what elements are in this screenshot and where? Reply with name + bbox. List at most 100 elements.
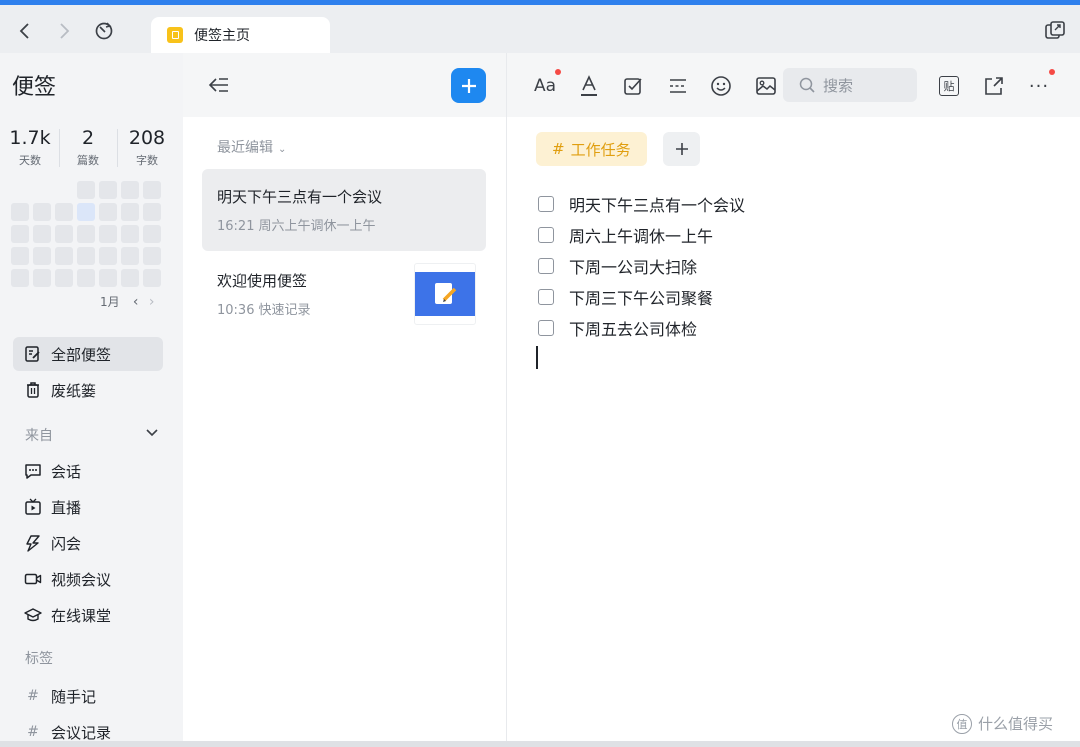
checklist-button[interactable] <box>619 72 647 100</box>
calendar-cell[interactable] <box>33 203 51 221</box>
stat-count: 2 篇数 <box>64 126 112 168</box>
chevron-left-icon <box>19 23 29 39</box>
todo-text[interactable]: 周六上午调休一上午 <box>569 223 713 247</box>
calendar-cell[interactable] <box>143 269 161 287</box>
sidebar-item-online-class[interactable]: 在线课堂 <box>13 598 163 632</box>
image-button[interactable] <box>752 72 780 100</box>
calendar-cell[interactable] <box>77 181 95 199</box>
paste-button[interactable]: 贴 <box>935 72 963 100</box>
note-editor: Aa 搜索 贴 ··· # 工作任务 明天下午三点有一个会议 周六上午调休一上午… <box>507 53 1080 747</box>
calendar-cell[interactable] <box>77 269 95 287</box>
calendar-cell[interactable] <box>99 269 117 287</box>
note-item[interactable]: 欢迎使用便签 10:36 快速记录 <box>202 253 486 335</box>
calendar-cell <box>33 181 51 199</box>
todo-item: 下周五去公司体检 <box>538 316 697 340</box>
calendar-cell[interactable] <box>55 269 73 287</box>
sidebar-tag-jottings[interactable]: # 随手记 <box>13 679 163 713</box>
sidebar-item-live[interactable]: 直播 <box>13 490 163 524</box>
sidebar-item-label: 会议记录 <box>51 723 112 742</box>
calendar-cell[interactable] <box>55 203 73 221</box>
calendar-cell[interactable] <box>121 247 139 265</box>
refresh-button[interactable] <box>92 19 116 43</box>
calendar-cell[interactable] <box>143 225 161 243</box>
add-tag-button[interactable] <box>663 132 700 166</box>
text-cursor <box>536 346 538 369</box>
calendar-cell[interactable] <box>99 203 117 221</box>
todo-checkbox[interactable] <box>538 227 554 243</box>
calendar-cell[interactable] <box>77 225 95 243</box>
search-input[interactable]: 搜索 <box>783 68 917 102</box>
collapse-chevron-icon[interactable] <box>145 426 159 440</box>
chevron-down-icon: ⌄ <box>278 144 287 155</box>
note-tag[interactable]: # 工作任务 <box>536 132 647 166</box>
calendar-cell[interactable] <box>121 225 139 243</box>
todo-text[interactable]: 下周五去公司体检 <box>569 316 697 340</box>
new-note-button[interactable] <box>451 68 486 103</box>
calendar-cell-today[interactable] <box>77 203 95 221</box>
sidebar-item-video-meeting[interactable]: 视频会议 <box>13 562 163 596</box>
emoji-button[interactable] <box>707 72 735 100</box>
note-time: 10:36 <box>217 303 255 318</box>
todo-text[interactable]: 下周三下午公司聚餐 <box>569 285 713 309</box>
stat-days-value: 1.7k <box>9 127 51 149</box>
note-thumbnail <box>414 263 476 325</box>
collapse-sidebar-icon[interactable] <box>207 73 231 97</box>
sidebar-item-label: 视频会议 <box>51 570 112 589</box>
sidebar-item-label: 全部便签 <box>51 345 112 364</box>
trash-icon <box>24 381 42 399</box>
hash-icon: # <box>27 724 39 740</box>
sidebar-item-label: 随手记 <box>51 687 97 706</box>
calendar-prev-button[interactable]: ‹ <box>128 294 144 310</box>
todo-checkbox[interactable] <box>538 258 554 274</box>
sidebar-item-trash[interactable]: 废纸篓 <box>13 373 163 407</box>
todo-text[interactable]: 明天下午三点有一个会议 <box>569 192 745 216</box>
note-item[interactable]: 明天下午三点有一个会议 16:21 周六上午调休一上午 <box>202 169 486 251</box>
calendar-cell[interactable] <box>11 269 29 287</box>
share-button[interactable] <box>980 72 1008 100</box>
todo-text[interactable]: 下周一公司大扫除 <box>569 254 697 278</box>
sidebar-item-chat[interactable]: 会话 <box>13 454 163 488</box>
calendar-next-button[interactable]: › <box>144 294 160 310</box>
calendar-cell[interactable] <box>11 225 29 243</box>
todo-checkbox[interactable] <box>538 196 554 212</box>
chevron-right-icon <box>60 23 70 39</box>
calendar-cell[interactable] <box>99 225 117 243</box>
calendar-cell[interactable] <box>121 203 139 221</box>
divider-icon <box>670 79 686 93</box>
editor-toolbar: Aa 搜索 贴 ··· <box>507 53 1080 117</box>
calendar-cell[interactable] <box>121 181 139 199</box>
text-color-button[interactable] <box>575 72 603 100</box>
calendar-cell[interactable] <box>11 203 29 221</box>
sidebar-item-flash-meeting[interactable]: 闪会 <box>13 526 163 560</box>
calendar-cell[interactable] <box>143 181 161 199</box>
todo-checkbox[interactable] <box>538 289 554 305</box>
todo-checkbox[interactable] <box>538 320 554 336</box>
calendar-cell[interactable] <box>143 203 161 221</box>
live-tv-icon <box>24 498 42 516</box>
sort-dropdown[interactable]: 最近编辑 ⌄ <box>217 137 286 157</box>
calendar-cell[interactable] <box>99 247 117 265</box>
calendar-cell[interactable] <box>33 269 51 287</box>
hash-icon: # <box>552 140 565 158</box>
calendar-cell[interactable] <box>55 247 73 265</box>
stat-divider <box>59 129 60 167</box>
font-style-button[interactable]: Aa <box>531 72 559 100</box>
watermark: 值 什么值得买 <box>952 713 1053 734</box>
popout-window-button[interactable] <box>1043 19 1067 43</box>
forward-button[interactable] <box>52 19 76 43</box>
back-button[interactable] <box>13 19 37 43</box>
text-color-icon <box>581 75 597 96</box>
calendar-cell[interactable] <box>121 269 139 287</box>
calendar-cell[interactable] <box>143 247 161 265</box>
calendar-cell[interactable] <box>11 247 29 265</box>
more-button[interactable]: ··· <box>1025 72 1053 100</box>
calendar-cell[interactable] <box>33 225 51 243</box>
sidebar-item-all-notes[interactable]: 全部便签 <box>13 337 163 371</box>
notes-app-icon <box>167 27 183 43</box>
divider-button[interactable] <box>664 72 692 100</box>
calendar-cell[interactable] <box>77 247 95 265</box>
calendar-cell[interactable] <box>99 181 117 199</box>
calendar-cell[interactable] <box>33 247 51 265</box>
tab-notes-home[interactable]: 便签主页 <box>151 17 330 53</box>
calendar-cell[interactable] <box>55 225 73 243</box>
